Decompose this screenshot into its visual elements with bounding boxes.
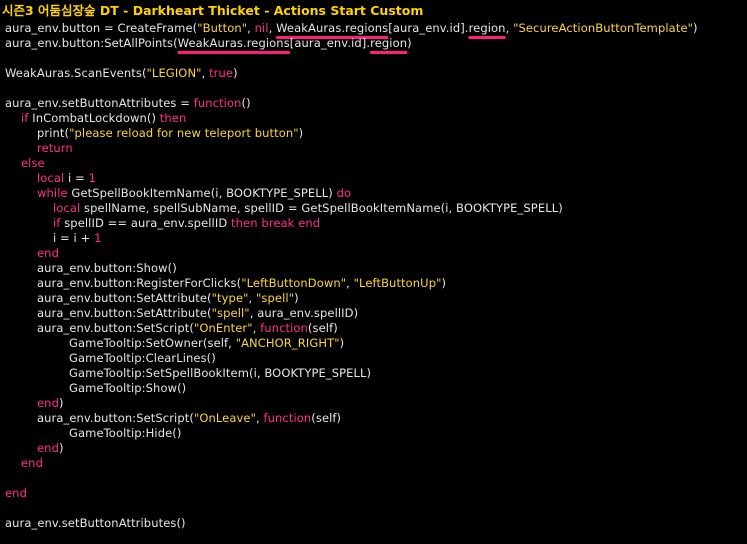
code-line-12: while GetSpellBookItemName(i, BOOKTYPE_S… (37, 186, 352, 200)
code-line-28: GameTooltip:Hide() (69, 426, 182, 440)
code-line-9: return (37, 141, 73, 155)
code-area[interactable]: aura_env.button = CreateFrame("Button", … (0, 21, 747, 531)
code-line-16: end (37, 246, 59, 260)
code-line-26: end) (37, 396, 64, 410)
code-line-8: print("please reload for new teleport bu… (37, 126, 304, 140)
highlight-region: region (468, 21, 506, 35)
code-line-14: if spellID == aura_env.spellID then brea… (53, 216, 321, 230)
code-line-27: aura_env.button:SetScript("OnLeave", fun… (37, 411, 342, 425)
code-line-25: GameTooltip:Show() (69, 381, 187, 395)
code-line-15: i = i + 1 (53, 231, 102, 245)
code-editor[interactable]: 시즌3 어둠심장숲 DT - Darkheart Thicket - Actio… (0, 0, 747, 544)
highlight-weakauras-regions: WeakAuras.regions (276, 21, 389, 35)
code-line-21: aura_env.button:SetScript("OnEnter", fun… (37, 321, 338, 335)
code-line-1: aura_env.button = CreateFrame("Button", … (5, 21, 698, 35)
code-line-19: aura_env.button:SetAttribute("type", "sp… (37, 291, 299, 305)
code-line-4: WeakAuras.ScanEvents("LEGION", true) (5, 66, 238, 80)
code-line-6: aura_env.setButtonAttributes = function(… (5, 96, 251, 110)
code-line-13: local spellName, spellSubName, spellID =… (53, 201, 563, 215)
code-line-24: GameTooltip:SetSpellBookItem(i, BOOKTYPE… (69, 366, 372, 380)
code-line-30: end (21, 456, 43, 470)
code-line-7: if InCombatLockdown() then (21, 111, 187, 125)
code-line-29: end) (37, 441, 64, 455)
code-line-2: aura_env.button:SetAllPoints(WeakAuras.r… (5, 36, 412, 50)
code-line-17: aura_env.button:Show() (37, 261, 177, 275)
code-line-11: local i = 1 (37, 171, 97, 185)
code-line-34: aura_env.setButtonAttributes() (5, 516, 186, 530)
code-line-23: GameTooltip:ClearLines() (69, 351, 216, 365)
highlight-region-2: region (370, 36, 408, 50)
code-line-18: aura_env.button:RegisterForClicks("LeftB… (37, 276, 447, 290)
code-line-20: aura_env.button:SetAttribute("spell", au… (37, 306, 359, 320)
code-line-22: GameTooltip:SetOwner(self, "ANCHOR_RIGHT… (69, 336, 345, 350)
code-line-32: end (5, 486, 27, 500)
code-line-10: else (21, 156, 45, 170)
window-title: 시즌3 어둠심장숲 DT - Darkheart Thicket - Actio… (2, 3, 424, 18)
highlight-weakauras-regions-2: WeakAuras.regions (177, 36, 290, 50)
